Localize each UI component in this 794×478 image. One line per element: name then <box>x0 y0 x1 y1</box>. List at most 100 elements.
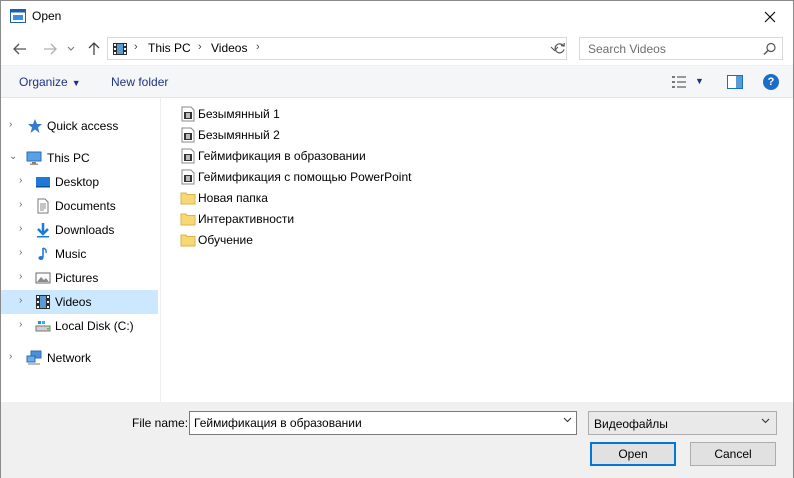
recent-locations-button[interactable] <box>65 40 77 58</box>
breadcrumb-separator: › <box>198 41 202 53</box>
search-input[interactable] <box>580 38 760 59</box>
chevron-down-icon <box>761 416 770 427</box>
organize-label: Organize <box>19 75 68 89</box>
forward-button[interactable] <box>41 40 59 58</box>
videos-icon <box>36 295 50 309</box>
organize-button[interactable]: Organize ▼ <box>19 75 81 89</box>
nav-label: Pictures <box>55 271 99 285</box>
help-button[interactable]: ? <box>763 74 779 90</box>
back-arrow-icon <box>13 43 26 55</box>
dialog-app-icon <box>10 9 26 23</box>
chevron-right-icon: › <box>19 199 23 210</box>
file-name: Безымянный 2 <box>198 128 280 142</box>
computer-icon <box>26 151 42 165</box>
chevron-right-icon: › <box>19 247 23 258</box>
video-file-icon <box>181 169 195 185</box>
folder-icon <box>180 234 196 247</box>
download-arrow-icon <box>37 223 49 238</box>
nav-label: This PC <box>47 151 90 165</box>
folder-icon <box>180 213 196 226</box>
video-file-icon <box>181 148 195 164</box>
help-icon: ? <box>767 76 775 88</box>
chevron-right-icon: › <box>9 351 13 362</box>
file-name: Геймификация с помощью PowerPoint <box>198 170 412 184</box>
file-type-value: Видеофайлы <box>594 417 668 431</box>
chevron-right-icon: › <box>19 295 23 306</box>
caret-down-icon: ▼ <box>71 78 81 88</box>
nav-label: Quick access <box>47 119 119 133</box>
desktop-icon <box>36 177 50 188</box>
video-file-icon <box>181 127 195 143</box>
nav-item-desktop[interactable]: › Desktop <box>1 170 158 194</box>
nav-label: Local Disk (C:) <box>55 319 134 333</box>
nav-label: Documents <box>55 199 116 213</box>
back-button[interactable] <box>11 40 29 58</box>
breadcrumb-separator: › <box>256 41 260 53</box>
file-name: Безымянный 1 <box>198 107 280 121</box>
breadcrumb-videos[interactable]: Videos <box>211 41 247 55</box>
refresh-button[interactable] <box>547 37 571 60</box>
nav-item-quick-access[interactable]: › Quick access <box>1 114 158 138</box>
breadcrumb-separator: › <box>134 41 138 53</box>
open-dialog: Open › This PC › Videos › Search Videos … <box>0 0 794 478</box>
nav-item-documents[interactable]: › Documents <box>1 194 158 218</box>
forward-arrow-icon <box>44 43 57 55</box>
new-folder-button[interactable]: New folder <box>111 75 168 89</box>
chevron-down-icon[interactable] <box>563 415 572 426</box>
file-name-combobox[interactable] <box>189 411 577 435</box>
address-bar[interactable]: › This PC › Videos › <box>107 37 567 60</box>
view-options-icon[interactable] <box>671 75 687 89</box>
chevron-right-icon: › <box>19 175 23 186</box>
open-button[interactable]: Open <box>590 442 676 466</box>
preview-pane-icon[interactable] <box>727 75 743 89</box>
search-icon <box>763 42 776 55</box>
up-arrow-icon <box>88 42 100 55</box>
file-list: Безымянный 1 Безымянный 2 Геймификация в… <box>162 98 793 402</box>
refresh-icon <box>554 42 565 54</box>
nav-item-this-pc[interactable]: ⌄ This PC <box>1 146 158 170</box>
command-bar: Organize ▼ New folder ▼ ? <box>1 65 793 98</box>
chevron-right-icon: › <box>19 319 23 330</box>
close-button[interactable] <box>747 1 793 32</box>
star-icon <box>28 119 42 133</box>
pictures-icon <box>35 272 51 284</box>
documents-icon <box>37 198 49 214</box>
breadcrumb-this-pc[interactable]: This PC <box>148 41 191 55</box>
dialog-title: Open <box>32 9 62 23</box>
video-file-icon <box>181 106 195 122</box>
file-name-label: File name: <box>132 416 189 430</box>
search-box[interactable] <box>579 37 783 60</box>
title-bar: Open <box>1 1 793 32</box>
music-note-icon <box>38 247 47 260</box>
cancel-button[interactable]: Cancel <box>690 442 776 466</box>
drive-icon <box>35 321 51 332</box>
file-type-select[interactable]: Видеофайлы <box>588 411 777 435</box>
nav-item-pictures[interactable]: › Pictures <box>1 266 158 290</box>
chevron-down-icon: ⌄ <box>9 151 18 162</box>
nav-item-music[interactable]: › Music <box>1 242 158 266</box>
view-options-dropdown[interactable]: ▼ <box>695 76 704 86</box>
chevron-right-icon: › <box>19 223 23 234</box>
nav-label: Videos <box>55 295 92 309</box>
folder-name: Интерактивности <box>198 212 295 226</box>
file-name: Геймификация в образовании <box>198 149 366 163</box>
network-icon <box>26 350 42 365</box>
navigation-pane: › Quick access ⌄ This PC › Desktop › Doc… <box>1 98 161 402</box>
nav-item-downloads[interactable]: › Downloads <box>1 218 158 242</box>
up-button[interactable] <box>85 40 103 58</box>
nav-item-local-disk[interactable]: › Local Disk (C:) <box>1 314 158 338</box>
folder-icon <box>180 192 196 205</box>
nav-label: Desktop <box>55 175 100 189</box>
chevron-down-icon <box>67 46 75 51</box>
nav-label: Network <box>47 351 92 365</box>
close-icon <box>764 11 776 22</box>
chevron-right-icon: › <box>9 119 13 130</box>
nav-label: Music <box>55 247 87 261</box>
nav-item-videos[interactable]: › Videos <box>1 290 158 314</box>
videos-folder-icon <box>113 43 127 55</box>
file-name-input[interactable] <box>190 412 554 434</box>
dialog-footer: File name: Видеофайлы Open Cancel <box>1 402 793 478</box>
nav-item-network[interactable]: › Network <box>1 346 158 370</box>
address-row: › This PC › Videos › <box>1 32 793 65</box>
chevron-right-icon: › <box>19 271 23 282</box>
